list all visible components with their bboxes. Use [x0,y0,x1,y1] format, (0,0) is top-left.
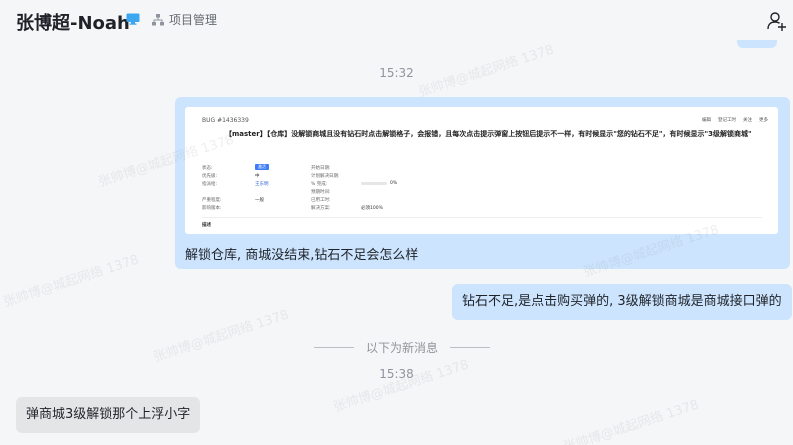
previous-message-bubble [737,40,777,48]
field-label: % 完成: [311,182,328,187]
new-messages-divider: 以下为新消息 [313,339,491,355]
log-time-action: 登记工时 [718,118,736,123]
image-message-caption: 解锁仓库, 商城没结束,钻石不足会怎么样 [185,248,419,263]
progress-bar [361,182,387,185]
field-label: 指派给: [202,182,218,187]
description-heading: 描述 [202,223,211,228]
org-structure-icon [152,13,164,25]
field-value: 0% [390,181,398,186]
image-message-bubble[interactable]: BUG #1436339 编辑 登记工时 关注 更多 【master】【仓库】没… [175,97,790,269]
field-label: 计划解决日期: [311,174,340,179]
bug-id: BUG #1436339 [202,117,249,124]
field-label: 开始日期: [311,166,331,171]
field-label: 预期时间: [311,190,331,195]
field-value: 必须100% [361,206,383,211]
add-member-icon[interactable] [766,10,788,32]
field-label: 优先级: [202,174,218,179]
status-badge: 激活 [255,164,269,170]
divider-line [202,217,762,218]
desktop-status-icon [126,13,140,25]
field-value: 王东明 [255,182,269,187]
field-label: 解决方案: [311,206,331,211]
watermark-text: 张帅博@城起网络 1378 [561,397,701,445]
bug-actions: 编辑 登记工时 关注 更多 [702,117,768,123]
edit-action: 编辑 [702,118,711,123]
field-label: 严重程度: [202,198,222,203]
watermark-text: 张帅博@城起网络 1378 [331,357,471,416]
watermark-text: 张帅博@城起网络 1378 [151,307,291,366]
bug-screenshot-image[interactable]: BUG #1436339 编辑 登记工时 关注 更多 【master】【仓库】没… [185,107,778,234]
chat-header: 张博超-Noah 项目管理 [0,0,793,40]
field-value: 中 [255,174,260,179]
field-label: 影响版本: [202,206,222,211]
more-action: 更多 [759,118,768,123]
message-timestamp: 15:32 [379,66,414,80]
field-label: 状态: [202,166,213,171]
bug-title: 【master】【仓库】没解锁商城且没有钻石时点击解锁格子，会报错，且每次点击提… [225,130,752,138]
new-messages-label: 以下为新消息 [365,340,438,355]
follow-action: 关注 [743,118,752,123]
department-tag[interactable]: 项目管理 [151,11,217,28]
field-label: 已用工时: [311,198,331,203]
incoming-message[interactable]: 弹商城3级解锁那个上浮小字 [16,397,201,433]
message-timestamp: 15:38 [379,367,414,381]
outgoing-message[interactable]: 钻石不足,是点击购买弹的, 3级解锁商城是商城接口弹的 [452,284,792,320]
divider-line-right [450,346,490,348]
divider-line-left [313,346,354,348]
chat-title[interactable]: 张博超-Noah [16,9,130,35]
field-value: 一般 [255,198,264,203]
watermark-text: 张帅博@城起网络 1378 [1,252,141,311]
department-label: 项目管理 [169,13,218,27]
